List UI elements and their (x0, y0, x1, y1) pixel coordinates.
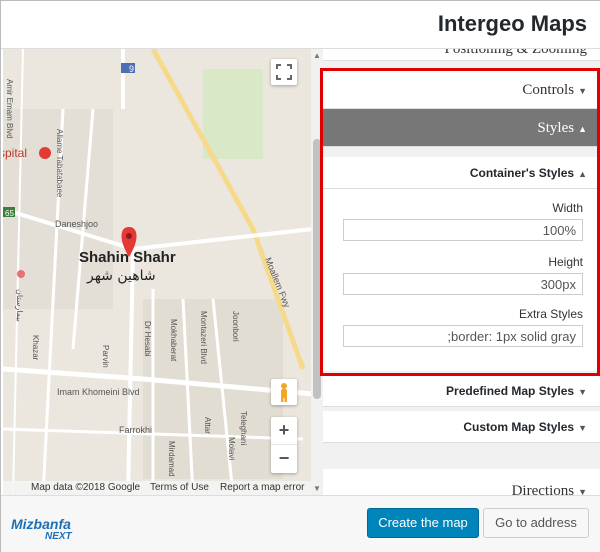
road-label-9: 9 (129, 64, 134, 74)
fullscreen-icon (276, 64, 292, 80)
chevron-down-icon: ▼ (578, 387, 587, 397)
street-label: Parvin (101, 345, 110, 368)
highlight-box (320, 68, 600, 376)
section-positioning-title: Positioning & Zooming (444, 49, 587, 57)
street-label: Montazeri Blvd (199, 311, 208, 364)
hospital-icon (39, 147, 51, 159)
street-label: Attar (203, 417, 212, 434)
go-to-address-button[interactable]: Go to address (483, 508, 589, 538)
poi-icon (17, 270, 25, 278)
zoom-out-button[interactable]: − (271, 445, 297, 473)
road-label-65: 65 (5, 209, 14, 218)
brand-logo: Mizbanfa NEXT (11, 516, 72, 542)
header: Intergeo Maps (1, 1, 600, 49)
bottom-toolbar: Mizbanfa NEXT Create the map Go to addre… (1, 495, 600, 552)
create-map-button[interactable]: Create the map (367, 508, 479, 538)
street-view-button[interactable] (271, 379, 297, 405)
street-label: Daneshjoo (55, 219, 98, 229)
street-label: Dr Hesabi (143, 321, 152, 357)
zoom-control: + − (271, 417, 297, 473)
street-label: Teleghani (239, 411, 248, 445)
marker-dot (126, 233, 132, 239)
street-label: Farrokhi (119, 425, 152, 435)
page-title: Intergeo Maps (437, 11, 587, 36)
section-positioning[interactable]: Positioning & Zooming (323, 49, 600, 61)
chevron-down-icon: ▼ (578, 487, 587, 495)
section-directions[interactable]: Directions ▼ (323, 469, 600, 495)
section-directions-title: Directions (511, 483, 575, 495)
logo-main-text: Mizbanfa (11, 516, 71, 532)
street-label: بیمارستان (15, 289, 24, 322)
city-label-fa: شاهین شهر (86, 268, 156, 284)
fullscreen-button[interactable] (271, 59, 297, 85)
map-data-text: Map data ©2018 Google (31, 482, 141, 493)
terms-link[interactable]: Terms of Use (150, 481, 209, 495)
street-label: Allame Tabatabaee (55, 129, 64, 198)
pegman-icon (281, 383, 287, 402)
scroll-up-icon[interactable]: ▲ (313, 51, 321, 60)
map-attribution: Map data ©2018 Google Terms of Use Repor… (3, 481, 323, 495)
predefined-styles-title: Predefined Map Styles (446, 384, 575, 398)
street-label: Mokhaberat (169, 319, 178, 362)
subsection-custom-styles[interactable]: Custom Map Styles ▼ (323, 411, 600, 443)
zoom-in-button[interactable]: + (271, 417, 297, 445)
hospital-label: spital (3, 146, 27, 160)
park-area (203, 69, 263, 159)
map-canvas[interactable]: 9 65 spital Shahin Shahr شاهین شهر Danes… (3, 49, 323, 495)
street-label: Imam Khomeini Blvd (57, 387, 140, 397)
subsection-predefined-styles[interactable]: Predefined Map Styles ▼ (323, 375, 600, 407)
chevron-down-icon: ▼ (578, 423, 587, 433)
plugin-window: Intergeo Maps 9 65 pital Shahin Shahr شا… (0, 0, 600, 552)
street-label: Khazar (31, 335, 40, 361)
logo-sub-text: NEXT (45, 531, 72, 542)
street-label: Amir Emam Blvd (5, 79, 14, 139)
street-label: Molavi (227, 437, 236, 460)
city-label-en: Shahin Shahr (79, 249, 176, 266)
custom-styles-title: Custom Map Styles (463, 420, 575, 434)
scroll-down-icon[interactable]: ▼ (313, 484, 321, 493)
report-link[interactable]: Report a map error (220, 481, 304, 495)
street-label: Mirdamad (167, 441, 176, 477)
street-label: Joonbori (231, 311, 240, 342)
